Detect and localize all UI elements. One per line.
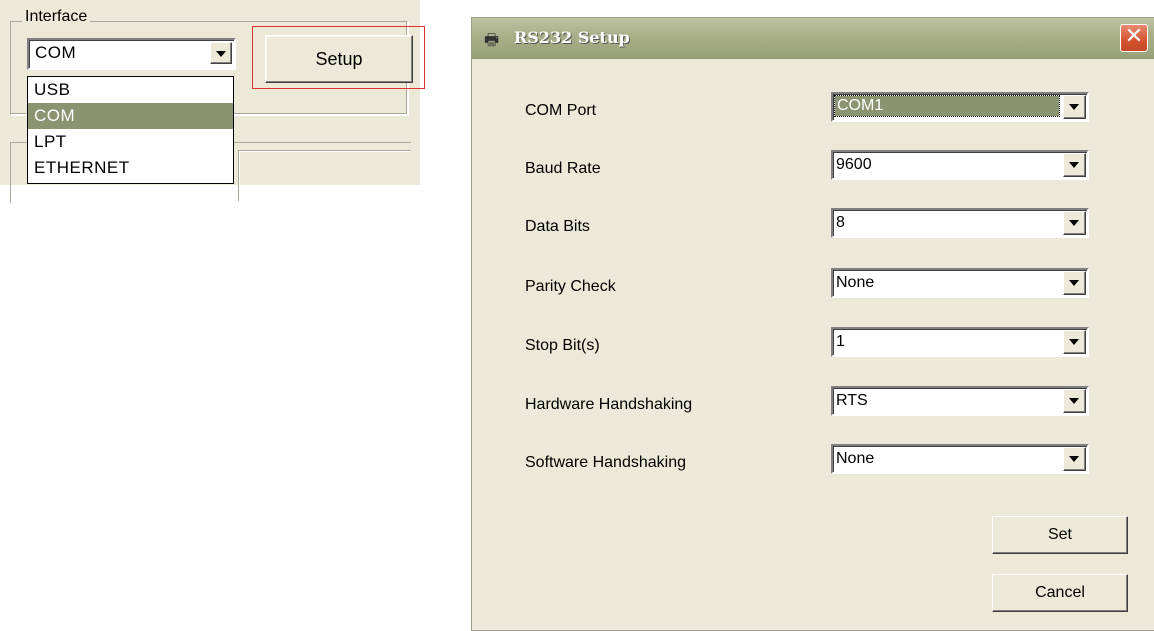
software-handshaking-label: Software Handshaking [525,454,686,471]
field-row-stop-bits: Stop Bit(s) 1 [472,327,1154,357]
chevron-down-icon [216,51,226,57]
interface-combo-dropdown-button[interactable] [210,42,232,64]
parity-check-value: None [836,274,875,291]
baud-rate-label: Baud Rate [525,160,601,177]
baud-rate-dropdown-button[interactable] [1063,153,1086,177]
setup-button[interactable]: Setup [265,35,413,83]
stop-bits-value: 1 [836,333,845,350]
com-port-label: COM Port [525,102,597,119]
chevron-down-icon [1069,398,1079,404]
data-bits-value: 8 [836,214,845,231]
dropdown-item-usb[interactable]: USB [28,77,233,103]
parity-check-dropdown-button[interactable] [1063,271,1086,295]
chevron-down-icon [1069,456,1079,462]
software-handshaking-select[interactable]: None [831,444,1089,474]
data-bits-select[interactable]: 8 [831,208,1089,238]
interface-combo[interactable]: COM [27,38,236,70]
lower-groupbox-inner [238,150,411,201]
com-port-dropdown-button[interactable] [1063,95,1086,119]
field-row-parity-check: Parity Check None [472,268,1154,298]
interface-group-label: Interface [22,8,91,26]
chevron-down-icon [1069,339,1079,345]
stop-bits-select[interactable]: 1 [831,327,1089,357]
set-button[interactable]: Set [992,516,1128,554]
stop-bits-dropdown-button[interactable] [1063,330,1086,354]
field-row-software-handshaking: Software Handshaking None [472,444,1154,474]
field-row-data-bits: Data Bits 8 [472,208,1154,238]
chevron-down-icon [1069,104,1079,110]
interface-dropdown-list: USB COM LPT ETHERNET [27,76,234,184]
com-port-select[interactable]: COM1 [831,92,1089,122]
baud-rate-select[interactable]: 9600 [831,150,1089,180]
rs232-setup-dialog: 🖶 RS232 Setup ✕ COM Port COM1 Baud Rate … [471,17,1154,631]
parity-check-select[interactable]: None [831,268,1089,298]
field-row-hardware-handshaking: Hardware Handshaking RTS [472,386,1154,416]
data-bits-dropdown-button[interactable] [1063,211,1086,235]
chevron-down-icon [1069,162,1079,168]
dialog-titlebar[interactable]: 🖶 RS232 Setup ✕ [472,18,1154,59]
hardware-handshaking-value: RTS [836,392,868,409]
chevron-down-icon [1069,220,1079,226]
chevron-down-icon [1069,280,1079,286]
stop-bits-label: Stop Bit(s) [525,337,600,354]
dropdown-item-com[interactable]: COM [28,103,233,129]
dropdown-item-lpt[interactable]: LPT [28,129,233,155]
cancel-button[interactable]: Cancel [992,574,1128,612]
interface-combo-value: COM [35,43,77,62]
software-handshaking-value: None [836,450,875,467]
hardware-handshaking-label: Hardware Handshaking [525,396,693,413]
hardware-handshaking-dropdown-button[interactable] [1063,389,1086,413]
field-row-baud-rate: Baud Rate 9600 [472,150,1154,180]
field-row-com-port: COM Port COM1 [472,92,1154,122]
software-handshaking-dropdown-button[interactable] [1063,447,1086,471]
dialog-title: RS232 Setup [514,28,630,47]
com-port-value: COM1 [834,95,1060,117]
dropdown-item-ethernet[interactable]: ETHERNET [28,155,233,181]
parity-check-label: Parity Check [525,278,616,295]
hardware-handshaking-select[interactable]: RTS [831,386,1089,416]
baud-rate-value: 9600 [836,156,872,173]
data-bits-label: Data Bits [525,218,590,235]
printer-icon: 🖶 [484,32,500,49]
close-button[interactable]: ✕ [1120,24,1148,52]
